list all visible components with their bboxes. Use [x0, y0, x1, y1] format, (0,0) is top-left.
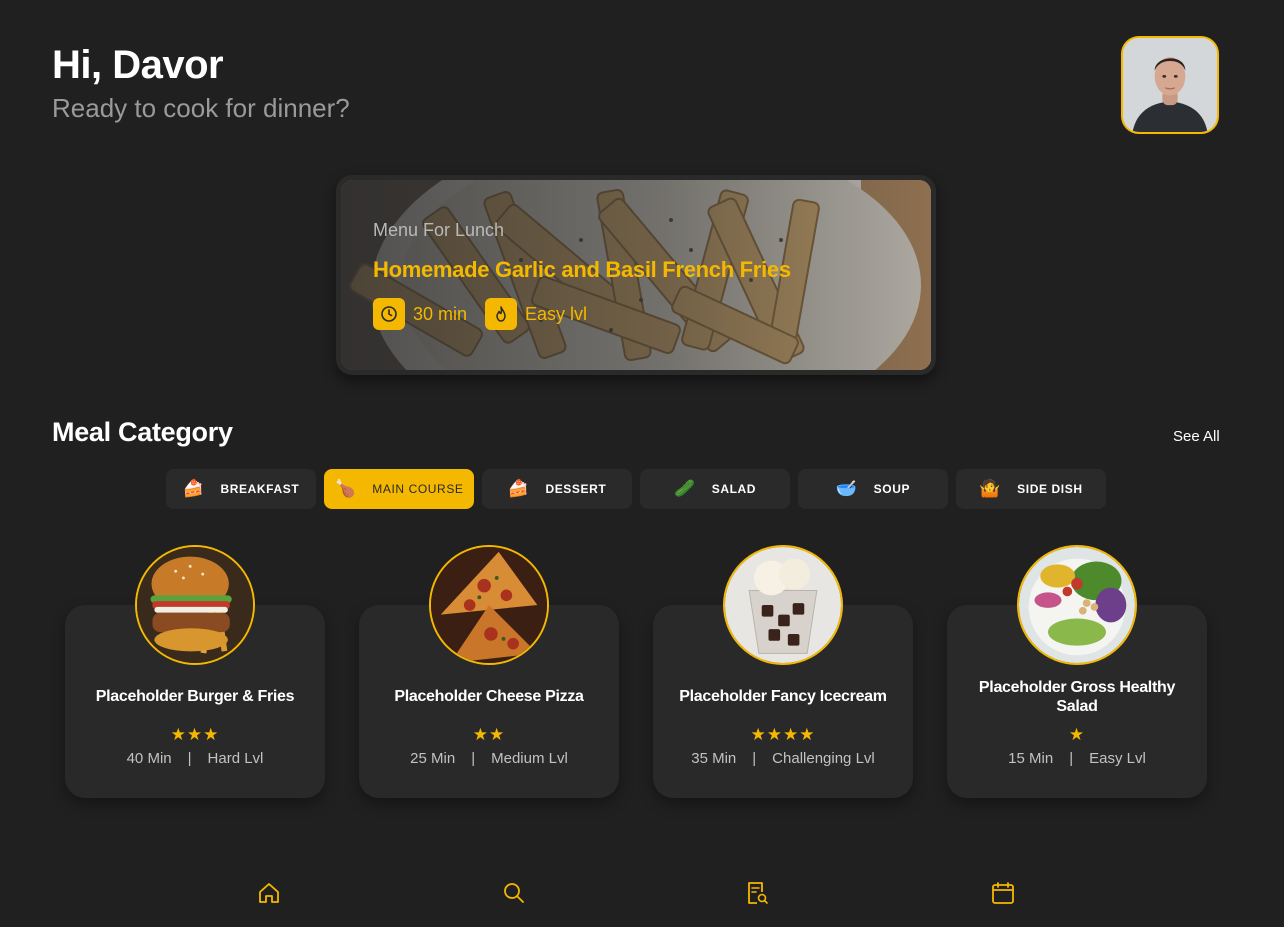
greeting-block: Hi, Davor Ready to cook for dinner?	[52, 42, 350, 124]
meal-name: Placeholder Fancy Icecream	[679, 688, 887, 705]
featured-recipe-image: Menu For Lunch Homemade Garlic and Basil…	[341, 180, 931, 370]
meal-meta: 15 Min | Easy Lvl	[947, 750, 1207, 767]
meal-time: 40 Min	[126, 750, 172, 767]
recipe-search-icon[interactable]	[745, 880, 771, 906]
meta-separator: |	[187, 750, 192, 767]
clock-icon	[373, 298, 405, 330]
poultry-leg-icon: 🍗	[334, 478, 357, 499]
cake-icon: 🍰	[182, 478, 205, 499]
featured-label: Menu For Lunch	[373, 220, 505, 240]
cake-icon: 🍰	[507, 478, 530, 499]
meal-level: Hard Lvl	[207, 750, 264, 767]
chip-label: BREAKFAST	[220, 482, 300, 496]
shrug-icon: 🤷	[979, 478, 1002, 499]
category-chip-main-course[interactable]: 🍗 MAIN COURSE	[324, 469, 474, 509]
meta-separator: |	[471, 750, 476, 767]
featured-title: Homemade Garlic and Basil French Fries	[373, 257, 791, 282]
featured-level-text: Easy lvl	[525, 303, 588, 324]
meal-time: 25 Min	[410, 750, 456, 767]
category-chip-side-dish[interactable]: 🤷 SIDE DISH	[956, 469, 1106, 509]
section-title: Meal Category	[52, 417, 233, 447]
star-rating: ★★	[472, 725, 506, 745]
greeting-title: Hi, Davor	[52, 43, 224, 87]
calendar-icon[interactable]	[990, 880, 1016, 906]
meal-time: 35 Min	[691, 750, 737, 767]
see-all-link[interactable]: See All	[1173, 428, 1220, 445]
salad-image	[1017, 545, 1137, 665]
featured-time: 30 min	[373, 298, 467, 330]
meal-time: 15 Min	[1008, 750, 1054, 767]
meal-meta: 40 Min | Hard Lvl	[65, 750, 325, 767]
user-avatar[interactable]	[1121, 36, 1219, 134]
star-rating: ★	[1068, 725, 1086, 745]
user-photo	[1123, 38, 1217, 132]
star-rating: ★★★	[170, 725, 220, 745]
meal-level: Medium Lvl	[491, 750, 568, 767]
featured-level: Easy lvl	[485, 298, 587, 330]
greeting-subtitle: Ready to cook for dinner?	[52, 93, 350, 123]
category-chip-dessert[interactable]: 🍰 DESSERT	[482, 469, 632, 509]
home-icon[interactable]	[256, 880, 282, 906]
meal-level: Easy Lvl	[1089, 750, 1146, 767]
category-chip-salad[interactable]: 🥒 SALAD	[640, 469, 790, 509]
icecream-image	[723, 545, 843, 665]
featured-time-text: 30 min	[413, 303, 468, 324]
search-icon[interactable]	[501, 880, 527, 906]
cucumber-icon: 🥒	[673, 478, 696, 499]
meal-name: Placeholder Gross Healthy Salad	[978, 679, 1176, 715]
flame-icon	[485, 298, 517, 330]
featured-recipe-card[interactable]: Menu For Lunch Homemade Garlic and Basil…	[336, 175, 936, 375]
category-chip-soup[interactable]: 🥣 SOUP	[798, 469, 948, 509]
burger-image	[135, 545, 255, 665]
chip-label: SIDE DISH	[1017, 482, 1083, 496]
chip-label: SOUP	[873, 482, 911, 496]
meta-separator: |	[752, 750, 757, 767]
meal-name: Placeholder Burger & Fries	[95, 688, 295, 705]
meal-name: Placeholder Cheese Pizza	[394, 688, 584, 705]
chip-label: SALAD	[711, 482, 757, 496]
chip-label: MAIN COURSE	[372, 482, 464, 496]
meal-meta: 35 Min | Challenging Lvl	[653, 750, 913, 767]
chip-label: DESSERT	[545, 482, 607, 496]
bowl-icon: 🥣	[835, 478, 858, 499]
meal-level: Challenging Lvl	[772, 750, 875, 767]
category-chip-breakfast[interactable]: 🍰 BREAKFAST	[166, 469, 316, 509]
pizza-image	[429, 545, 549, 665]
home-screen: Hi, Davor Ready to cook for dinner? Menu…	[0, 0, 1284, 927]
meta-separator: |	[1069, 750, 1074, 767]
star-rating: ★★★★	[750, 725, 816, 745]
meal-meta: 25 Min | Medium Lvl	[359, 750, 619, 767]
